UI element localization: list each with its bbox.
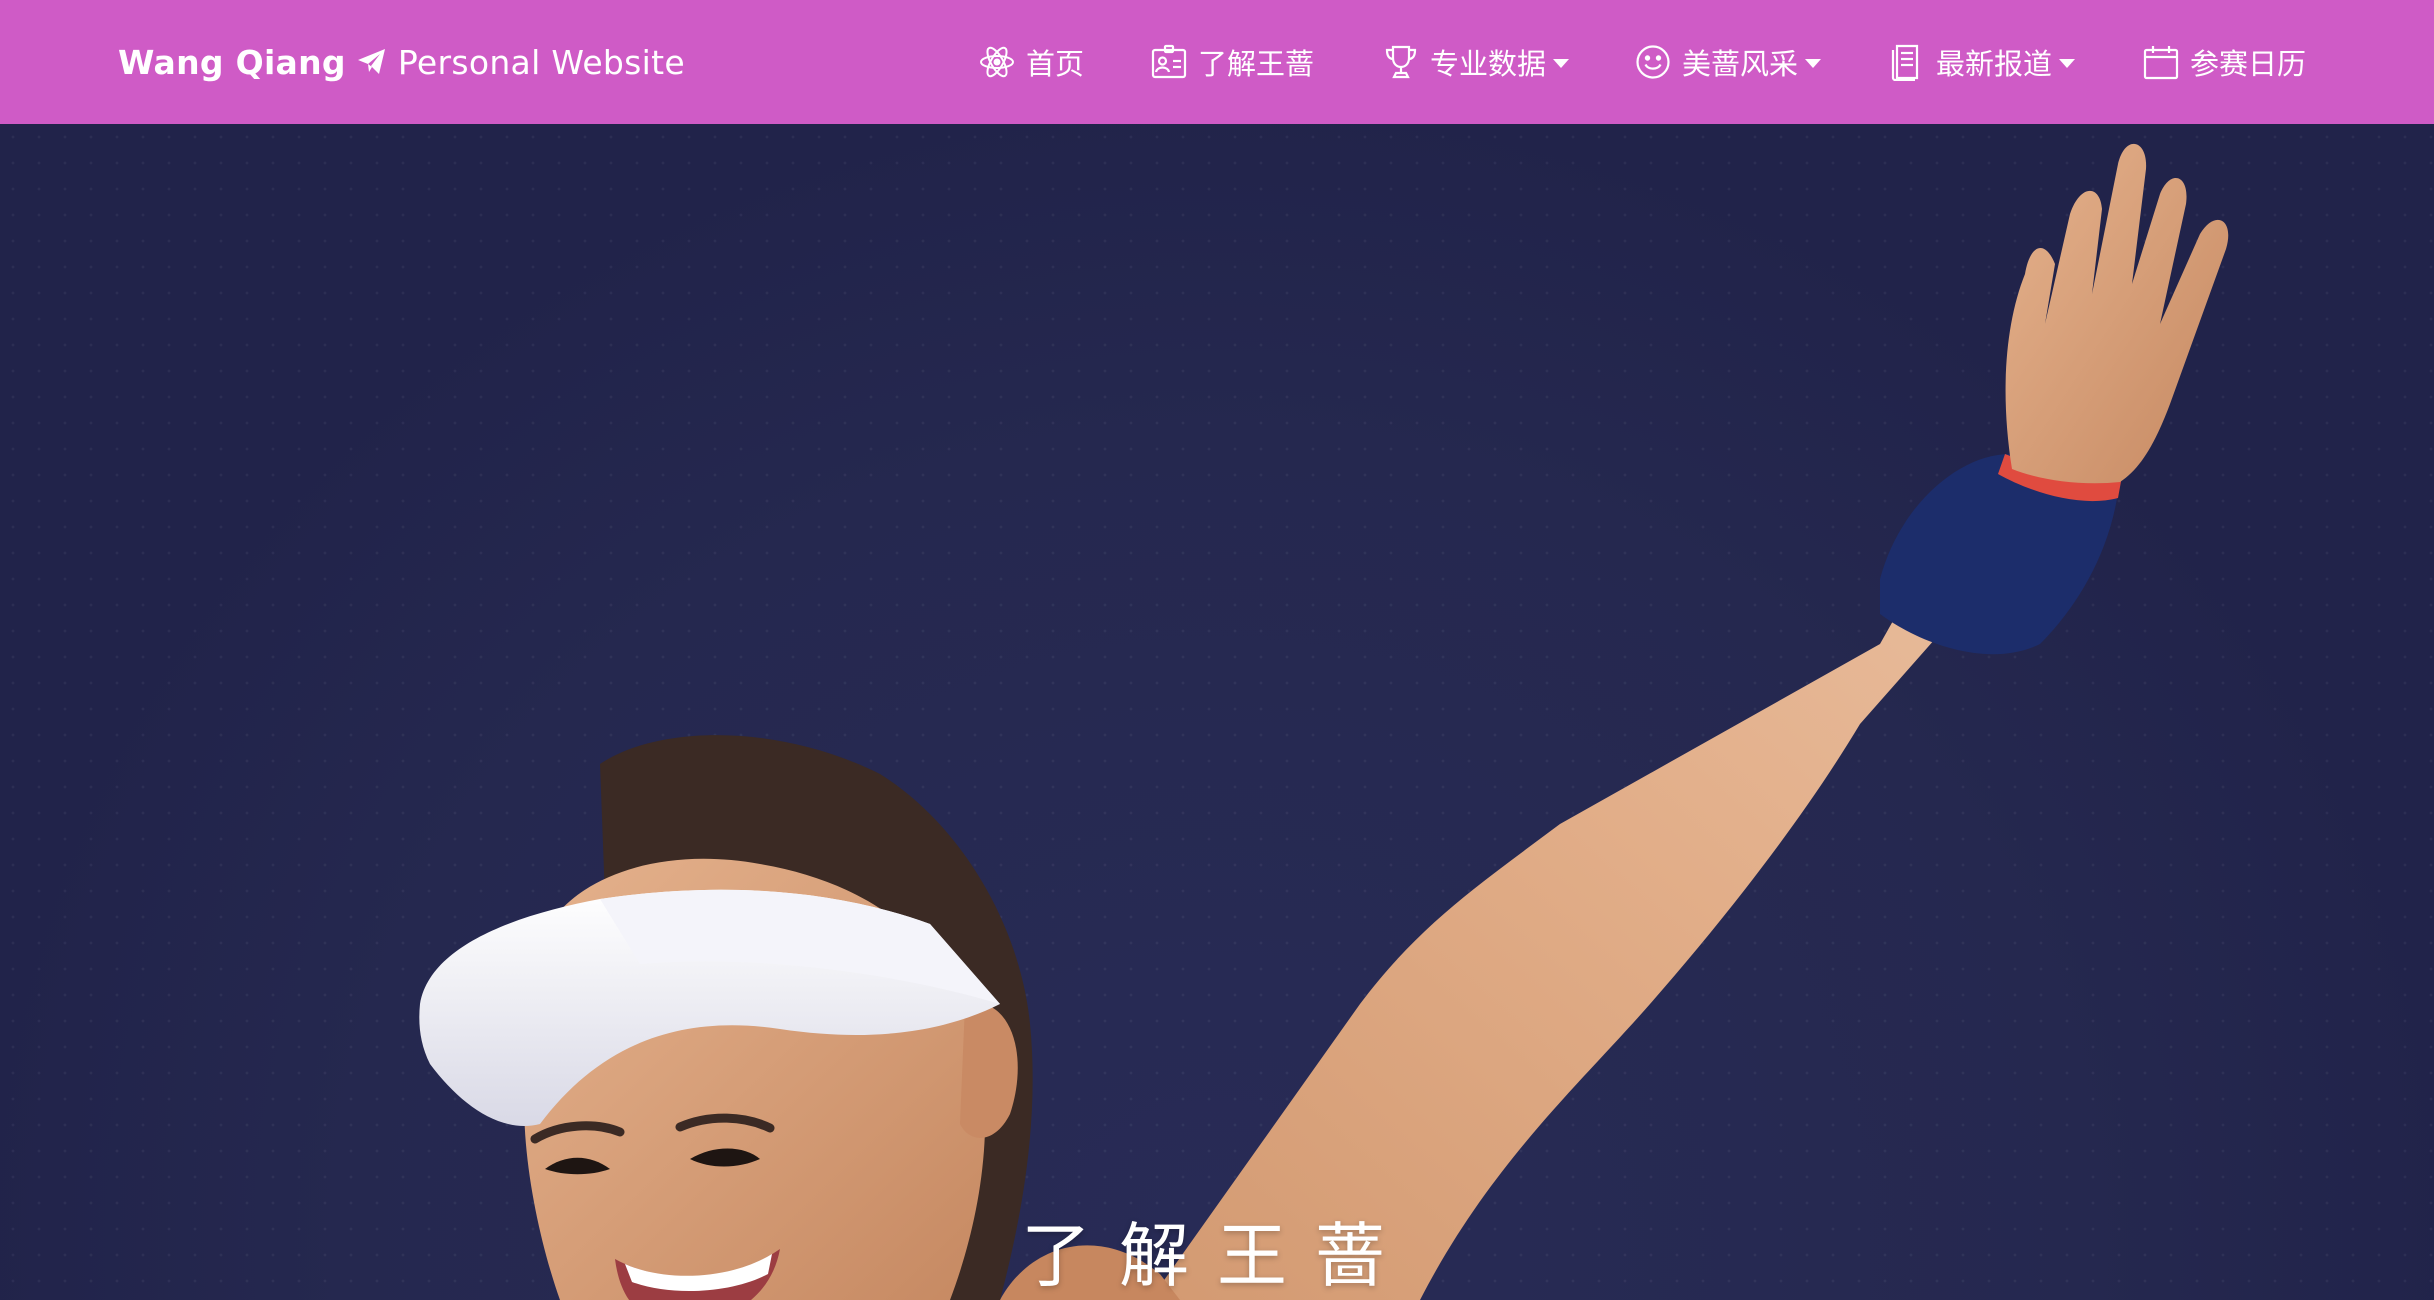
nav-item-news[interactable]: 最新报道 — [1888, 0, 2076, 124]
brand-link[interactable]: Wang Qiang Personal Website — [118, 0, 685, 124]
nav-label: 首页 — [1026, 47, 1085, 81]
nav-item-gallery[interactable]: 美蔷风采 — [1634, 0, 1822, 124]
chevron-down-icon — [1805, 58, 1822, 68]
nav-label: 最新报道 — [1936, 47, 2053, 81]
nav-label: 专业数据 — [1430, 47, 1547, 81]
atom-icon — [980, 46, 1014, 78]
chevron-down-icon — [1553, 58, 1570, 68]
hero-title: 了解王蔷 — [1021, 1215, 1413, 1297]
smile-icon — [1636, 45, 1670, 79]
top-navbar: Wang Qiang Personal Website 首页 了解王蔷 专业数据… — [0, 0, 2434, 124]
tennis-player-waving-photo — [419, 143, 2229, 1300]
nav-item-stats[interactable]: 专业数据 — [1382, 0, 1570, 124]
nav-label: 美蔷风采 — [1682, 47, 1799, 81]
brand-name: Wang Qiang — [118, 42, 346, 82]
hero-section: 了解王蔷 — [0, 124, 2434, 1300]
paper-plane-icon — [357, 49, 385, 74]
document-icon — [1891, 44, 1919, 81]
nav-item-about[interactable]: 了解王蔷 — [1150, 0, 1314, 124]
nav-label: 了解王蔷 — [1198, 47, 1315, 81]
id-card-icon — [1151, 44, 1187, 79]
trophy-icon — [1385, 45, 1417, 79]
chevron-down-icon — [2059, 58, 2076, 68]
nav-item-home[interactable]: 首页 — [978, 0, 1084, 124]
calendar-icon — [2143, 46, 2179, 80]
nav-label: 参赛日历 — [2190, 47, 2307, 81]
nav-item-calendar[interactable]: 参赛日历 — [2142, 0, 2306, 124]
brand-subtitle: Personal Website — [397, 42, 685, 82]
